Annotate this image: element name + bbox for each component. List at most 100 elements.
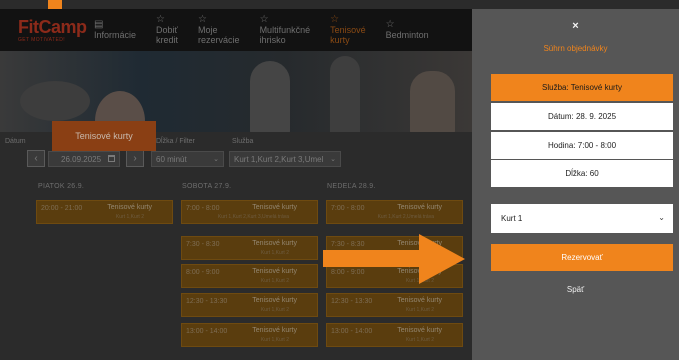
slot-courts: Kurt 1,Kurt 2 [405,307,434,313]
order-summary-panel: × Súhrn objednávky Služba: Tenisové kurt… [472,9,679,360]
date-summary: Dátum: 28. 9. 2025 [491,103,673,130]
slot-service: Tenisové kurty [252,204,297,211]
date-value: 26.09.2025 [61,154,102,164]
top-accent-tab [48,0,62,9]
slot-time: 12:30 - 13:30 [331,298,373,305]
date-label: Dátum [5,138,26,145]
star-icon: ☆ [385,19,395,30]
slot-time: 20:00 - 21:00 [41,205,83,212]
next-day-button[interactable]: › [126,150,144,167]
chevron-down-icon: ⌄ [213,156,219,163]
calendar-icon [108,155,115,162]
chevron-down-icon: ⌄ [658,213,665,222]
time-summary: Hodina: 7:00 - 8:00 [491,132,673,159]
nav-item-dobit-kredit[interactable]: ☆ Dobiť kredit [146,9,188,51]
court-value: Kurt 1 [501,214,523,223]
chevron-down-icon: ⌄ [330,156,336,163]
time-slot[interactable]: 7:00 - 8:00 Tenisové kurty Kurt 1,Kurt 2,U… [326,200,463,224]
nav-label: Multifunkčné [259,25,311,35]
nav-item-moje-rezervacie[interactable]: ☆ Moje rezervácie [188,9,250,51]
date-input[interactable]: 26.09.2025 [48,151,120,167]
time-slot[interactable]: 7:00 - 8:00 Tenisové kurty Kurt 1,Kurt 2,K… [181,200,318,224]
slot-courts: Kurt 1,Kurt 2,Umelá tráva [377,214,434,220]
hero-photo-figure [20,81,90,121]
time-slot[interactable]: 12:30 - 13:30 Tenisové kurty Kurt 1,Kurt 2 [181,293,318,317]
back-link[interactable]: Späť [472,285,679,294]
slot-time: 7:30 - 8:30 [331,241,365,248]
time-slot[interactable]: 12:30 - 13:30 Tenisové kurty Kurt 1,Kurt 2 [326,293,463,317]
slot-time: 12:30 - 13:30 [186,298,228,305]
panel-title: Súhrn objednávky [543,44,608,53]
star-icon: ☆ [330,14,340,25]
slot-courts: Kurt 1,Kurt 2 [260,337,289,343]
slot-service: Tenisové kurty [252,327,297,334]
nav-label-line2: kredit [156,35,179,45]
document-icon: ▤ [94,19,104,30]
slot-service: Tenisové kurty [252,240,297,247]
slot-courts: Kurt 1,Kurt 2 [115,214,144,220]
hero-tag: Tenisové kurty [52,121,156,151]
slot-time: 8:00 - 9:00 [331,269,365,276]
logo-main: FitCamp [18,16,87,37]
length-value: 60 minút [156,154,187,164]
time-slot[interactable]: 8:00 - 9:00 Tenisové kurty Kurt 1,Kurt 2 [181,264,318,288]
nav-label-line2: kurty [330,35,350,45]
service-summary: Služba: Tenisové kurty [491,74,673,101]
prev-day-button[interactable]: ‹ [27,150,45,167]
chevron-left-icon: ‹ [34,153,38,164]
time-slot[interactable]: 20:00 - 21:00 Tenisové kurty Kurt 1,Kurt 2 [36,200,173,224]
arrow-right-icon [419,234,465,284]
logo-tagline: GET MOTIVATED! [18,36,65,43]
nav-label: Informácie [94,30,137,40]
slot-service: Tenisové kurty [397,204,442,211]
slot-service: Tenisové kurty [397,297,442,304]
day-headers: PIATOK 26.9. SOBOTA 27.9. NEDEĽA 28.9. [0,183,472,195]
slot-time: 13:00 - 14:00 [186,328,228,335]
slot-courts: Kurt 1,Kurt 2 [260,307,289,313]
slot-time: 13:00 - 14:00 [331,328,373,335]
chevron-right-icon: › [133,153,137,164]
slot-time: 8:00 - 9:00 [186,269,220,276]
service-select[interactable]: Kurt 1,Kurt 2,Kurt 3,Umel ⌄ [229,151,341,167]
star-icon: ☆ [259,14,269,25]
length-select[interactable]: 60 minút ⌄ [151,151,224,167]
slot-time: 7:00 - 8:00 [331,205,365,212]
time-slot[interactable]: 7:30 - 8:30 Tenisové kurty Kurt 1,Kurt 2 [181,236,318,260]
slot-courts: Kurt 1,Kurt 2 [260,278,289,284]
service-value: Kurt 1,Kurt 2,Kurt 3,Umel [234,154,324,164]
slot-service: Tenisové kurty [252,268,297,275]
nav-item-multifunkcne-ihrisko[interactable]: ☆ Multifunkčné ihrisko [250,9,321,51]
main-nav: ▤ Informácie ☆ Dobiť kredit ☆ Moje rezer… [84,9,439,51]
nav-label-line2: ihrisko [259,35,286,45]
time-slot[interactable]: 13:00 - 14:00 Tenisové kurty Kurt 1,Kurt 2 [326,323,463,347]
nav-item-informacie[interactable]: ▤ Informácie [84,9,146,51]
day-header: SOBOTA 27.9. [182,183,232,190]
court-select[interactable]: Kurt 1 ⌄ [491,204,673,233]
logo[interactable]: FitCamp GET MOTIVATED! [0,16,87,43]
nav-label-line2: rezervácie [198,35,240,45]
service-label: Služba [232,138,254,145]
slot-time: 7:30 - 8:30 [186,241,220,248]
time-slot[interactable]: 13:00 - 14:00 Tenisové kurty Kurt 1,Kurt 2 [181,323,318,347]
nav-label: Dobiť [156,25,178,35]
day-header: PIATOK 26.9. [38,183,85,190]
length-label: Dĺžka / Filter [156,138,195,145]
star-icon: ☆ [156,14,165,25]
slot-service: Tenisové kurty [397,327,442,334]
length-summary: Dĺžka: 60 [491,160,673,187]
site-header: FitCamp GET MOTIVATED! ▤ Informácie ☆ Do… [0,9,472,51]
nav-label: Tenisové [330,25,366,35]
reserve-button[interactable]: Rezervovať [491,244,673,271]
star-icon: ☆ [198,14,208,25]
nav-item-bedminton[interactable]: ☆ Bedminton [376,9,439,51]
slot-service: Tenisové kurty [252,297,297,304]
close-icon[interactable]: × [472,20,679,32]
slot-courts: Kurt 1,Kurt 2 [260,250,289,256]
slot-time: 7:00 - 8:00 [186,205,220,212]
slot-courts: Kurt 1,Kurt 2 [405,337,434,343]
nav-label: Bedminton [385,30,429,40]
slot-service: Tenisové kurty [107,204,152,211]
day-header: NEDEĽA 28.9. [327,183,376,190]
nav-item-tenisove-kurty[interactable]: ☆ Tenisové kurty [320,9,376,51]
slot-courts: Kurt 1,Kurt 2,Kurt 3,Umelá tráva [217,214,289,220]
